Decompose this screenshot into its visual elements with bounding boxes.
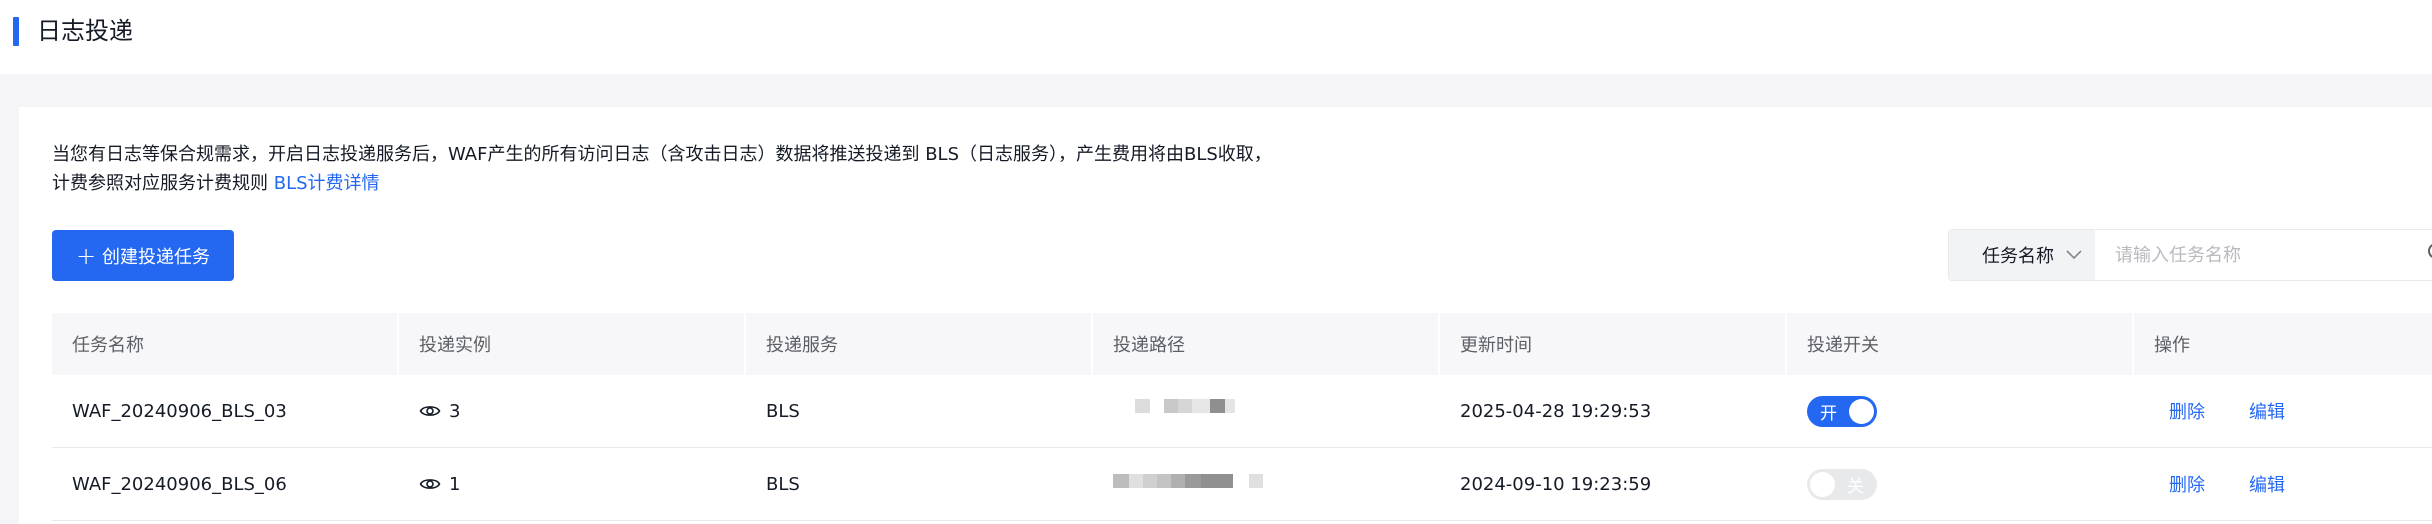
search-box: 任务名称 <box>1948 229 2432 281</box>
column-header-instances: 投递实例 <box>399 313 746 375</box>
column-header-task-name: 任务名称 <box>52 313 399 375</box>
bls-billing-link[interactable]: BLS计费详情 <box>274 173 380 194</box>
delivery-task-table: 任务名称 投递实例 投递服务 投递路径 更新时间 投递开关 操作 WAF_202… <box>52 313 2432 521</box>
search-field-label: 任务名称 <box>1982 246 2054 267</box>
search-input[interactable] <box>2095 230 2432 280</box>
top-bar: 日志投递 <box>0 0 2432 74</box>
table-row: WAF_20240906_BLS_06 1 BLS 2024-09-10 19:… <box>52 448 2432 521</box>
column-header-updated: 更新时间 <box>1440 313 1787 375</box>
instance-count: 1 <box>449 473 461 495</box>
column-header-service: 投递服务 <box>746 313 1093 375</box>
delivery-switch-toggle[interactable]: 关 <box>1807 468 1877 500</box>
task-name-cell: WAF_20240906_BLS_06 <box>72 473 287 495</box>
path-cell <box>1093 448 1440 520</box>
title-accent-bar <box>13 17 19 46</box>
eye-icon <box>419 406 441 416</box>
search-field-select[interactable]: 任务名称 <box>1949 230 2095 280</box>
edit-button[interactable]: 编辑 <box>2249 398 2285 424</box>
column-header-path: 投递路径 <box>1093 313 1440 375</box>
table-row: WAF_20240906_BLS_03 3 BLS 2025-04-28 19:… <box>52 375 2432 448</box>
notice-line-1: 当您有日志等保合规需求，开启日志投递服务后，WAF产生的所有访问日志（含攻击日志… <box>52 144 1272 165</box>
eye-icon <box>419 479 441 489</box>
switch-cell: 关 <box>1787 448 2134 520</box>
service-cell: BLS <box>766 473 800 495</box>
service-cell: BLS <box>766 400 800 422</box>
instance-count: 3 <box>449 400 461 422</box>
updated-time-cell: 2025-04-28 19:29:53 <box>1460 400 1652 422</box>
instances-cell[interactable]: 1 <box>399 448 746 520</box>
delivery-switch-toggle[interactable]: 开 <box>1807 395 1877 427</box>
column-header-switch: 投递开关 <box>1787 313 2134 375</box>
chevron-down-icon <box>2066 250 2082 260</box>
redacted-path <box>1113 474 1263 488</box>
path-cell <box>1093 375 1440 447</box>
instances-cell[interactable]: 3 <box>399 375 746 447</box>
updated-time-cell: 2024-09-10 19:23:59 <box>1460 473 1652 495</box>
notice-line-2: 计费参照对应服务计费规则 BLS计费详情 <box>52 169 1272 198</box>
switch-knob <box>1810 471 1835 497</box>
create-button-label: 创建投递任务 <box>102 246 211 268</box>
delete-button[interactable]: 删除 <box>2169 398 2205 424</box>
task-name-cell: WAF_20240906_BLS_03 <box>72 400 287 422</box>
edit-button[interactable]: 编辑 <box>2249 471 2285 497</box>
switch-cell: 开 <box>1787 375 2134 447</box>
table-header: 任务名称 投递实例 投递服务 投递路径 更新时间 投递开关 操作 <box>52 313 2432 375</box>
billing-notice: 当您有日志等保合规需求，开启日志投递服务后，WAF产生的所有访问日志（含攻击日志… <box>52 140 1272 198</box>
switch-label: 开 <box>1820 403 1837 424</box>
actions-cell: 删除 编辑 <box>2134 375 2432 447</box>
plus-icon: + <box>75 241 97 270</box>
page-title: 日志投递 <box>37 17 133 45</box>
redacted-path <box>1135 399 1235 413</box>
column-header-actions: 操作 <box>2154 335 2190 356</box>
notice-line-2-text: 计费参照对应服务计费规则 <box>52 173 274 194</box>
create-delivery-task-button[interactable]: + 创建投递任务 <box>52 230 234 281</box>
actions-cell: 删除 编辑 <box>2134 448 2432 520</box>
search-icon[interactable] <box>2424 240 2432 264</box>
switch-knob <box>1849 398 1874 424</box>
switch-label: 关 <box>1847 476 1864 497</box>
delete-button[interactable]: 删除 <box>2169 471 2205 497</box>
